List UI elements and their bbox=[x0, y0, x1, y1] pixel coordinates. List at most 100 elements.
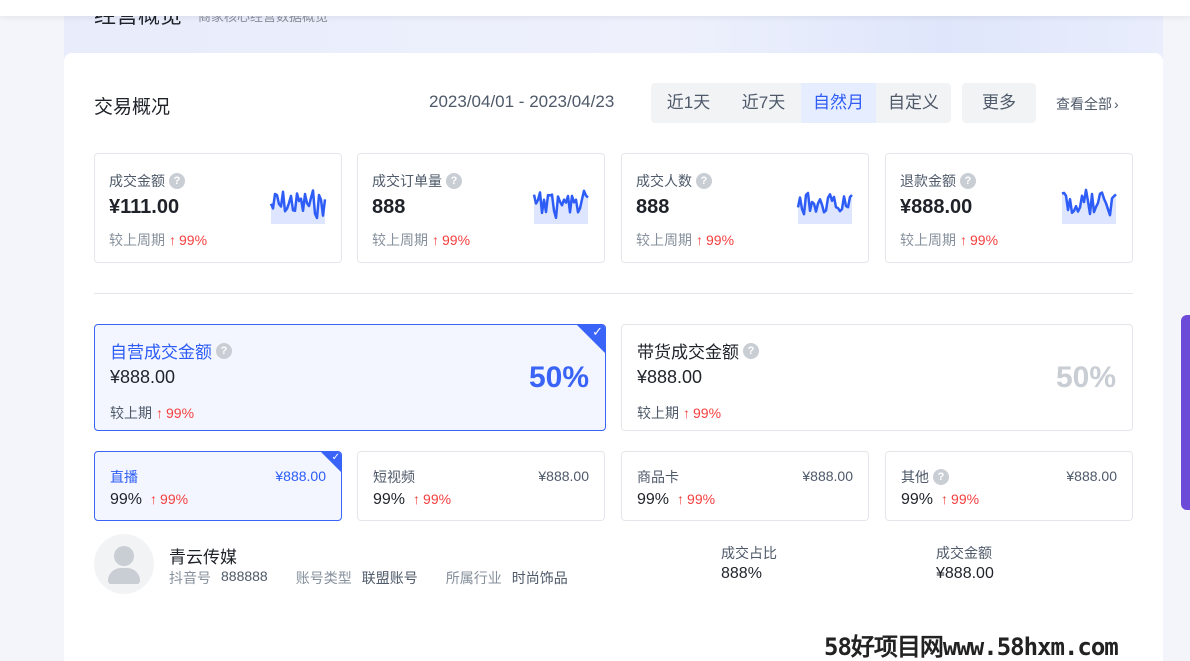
period-1day-button[interactable]: 近1天 bbox=[651, 83, 726, 123]
channel-percent: 50% bbox=[1055, 361, 1116, 394]
view-all-label: 查看全部 bbox=[1056, 96, 1112, 112]
change-value: 99% bbox=[160, 491, 189, 507]
channel-percent: 50% bbox=[528, 361, 589, 394]
help-icon[interactable]: ? bbox=[933, 469, 949, 485]
metric-card-gmv[interactable]: 成交金额? ¥111.00 较上周期 ↑ 99% bbox=[94, 153, 342, 263]
help-icon[interactable]: ? bbox=[169, 173, 185, 189]
metric-card-buyers[interactable]: 成交人数? 888 较上周期 ↑ 99% bbox=[621, 153, 869, 263]
up-arrow-icon: ↑ bbox=[941, 491, 949, 507]
metric-label-wrap: 成交金额? bbox=[109, 171, 185, 191]
account-type-value: 联盟账号 bbox=[361, 570, 418, 586]
compare-label: 较上期 bbox=[110, 405, 152, 421]
help-icon[interactable]: ? bbox=[696, 173, 712, 189]
amount-label: 成交金额 bbox=[936, 545, 992, 561]
period-custom-button[interactable]: 自定义 bbox=[876, 83, 951, 123]
chevron-right-icon: › bbox=[1114, 96, 1119, 112]
section-title: 交易概况 bbox=[94, 97, 171, 118]
change-value: 99% bbox=[687, 491, 716, 507]
subchannel-card-live[interactable]: 直播 ¥888.00 99% ↑ 99% ✓ bbox=[94, 451, 342, 521]
scroll-handle[interactable] bbox=[1181, 315, 1190, 510]
change-value: 99% bbox=[706, 232, 735, 248]
subchannel-share: 99% bbox=[373, 491, 406, 508]
period-7day-button[interactable]: 近7天 bbox=[726, 83, 801, 123]
subchannel-name-wrap: 其他? bbox=[901, 467, 949, 487]
subchannel-amount: ¥888.00 bbox=[275, 468, 326, 484]
subchannel-card-other[interactable]: 其他? ¥888.00 99% ↑ 99% bbox=[885, 451, 1133, 521]
channel-amount: ¥888.00 bbox=[110, 367, 176, 387]
top-bar bbox=[0, 0, 1190, 16]
section-divider bbox=[94, 293, 1133, 294]
subchannel-amount: ¥888.00 bbox=[1066, 468, 1117, 484]
share-value: 888% bbox=[721, 565, 762, 582]
up-arrow-icon: ↑ bbox=[413, 491, 421, 507]
sparkline-chart bbox=[796, 191, 853, 224]
change-value: 99% bbox=[179, 232, 208, 248]
subchannel-card-product-card[interactable]: 商品卡 ¥888.00 99% ↑ 99% bbox=[621, 451, 869, 521]
help-icon[interactable]: ? bbox=[446, 173, 462, 189]
view-all-link[interactable]: 查看全部 › bbox=[1056, 94, 1119, 114]
up-arrow-icon: ↑ bbox=[432, 232, 439, 248]
metric-compare: 较上周期 ↑ 99% bbox=[372, 230, 470, 250]
subchannel-share-wrap: 99% ↑ 99% bbox=[110, 491, 188, 509]
compare-label: 较上期 bbox=[637, 405, 679, 421]
channel-compare: 较上期 ↑ 99% bbox=[637, 403, 721, 423]
subchannel-name: 其他 bbox=[901, 469, 929, 485]
douyin-id-value: 888888 bbox=[221, 568, 268, 584]
metric-label-wrap: 成交订单量? bbox=[372, 171, 462, 191]
avatar bbox=[94, 534, 154, 594]
channel-card-affiliate[interactable]: 带货成交金额? ¥888.00 较上期 ↑ 99% 50% bbox=[621, 324, 1133, 431]
channel-card-self-operated[interactable]: 自营成交金额? ¥888.00 较上期 ↑ 99% 50% ✓ bbox=[94, 324, 606, 431]
account-name: 青云传媒 bbox=[169, 548, 237, 567]
metric-label: 成交人数 bbox=[636, 173, 692, 189]
up-arrow-icon: ↑ bbox=[960, 232, 967, 248]
sparkline-chart bbox=[532, 189, 589, 224]
channel-title-wrap: 带货成交金额? bbox=[637, 338, 759, 363]
metric-value: 888 bbox=[372, 196, 406, 218]
subchannel-name: 商品卡 bbox=[637, 469, 679, 485]
subchannel-share-wrap: 99% ↑ 99% bbox=[637, 491, 715, 509]
share-label: 成交占比 bbox=[721, 545, 777, 561]
subchannel-share: 99% bbox=[637, 491, 670, 508]
up-arrow-icon: ↑ bbox=[150, 491, 158, 507]
help-icon[interactable]: ? bbox=[960, 173, 976, 189]
check-icon: ✓ bbox=[592, 324, 603, 339]
more-button[interactable]: 更多 bbox=[962, 83, 1036, 123]
industry-value: 时尚饰品 bbox=[511, 570, 568, 586]
metric-value: ¥111.00 bbox=[109, 196, 180, 218]
subchannel-share: 99% bbox=[110, 491, 143, 508]
metric-card-refund[interactable]: 退款金额? ¥888.00 较上周期 ↑ 99% bbox=[885, 153, 1133, 263]
subchannel-name: 直播 bbox=[110, 469, 138, 485]
metric-compare: 较上周期 ↑ 99% bbox=[636, 230, 734, 250]
change-value: 99% bbox=[423, 491, 452, 507]
date-range-picker[interactable]: 2023/04/01 - 2023/04/23 bbox=[429, 92, 614, 112]
account-type-label: 账号类型 bbox=[295, 570, 352, 586]
subchannel-name: 短视频 bbox=[373, 469, 415, 485]
compare-label: 较上周期 bbox=[372, 232, 428, 248]
amount-value: ¥888.00 bbox=[936, 565, 994, 582]
help-icon[interactable]: ? bbox=[743, 342, 759, 359]
subchannel-card-short-video[interactable]: 短视频 ¥888.00 99% ↑ 99% bbox=[357, 451, 605, 521]
douyin-id-label: 抖音号 bbox=[169, 570, 211, 586]
metric-card-orders[interactable]: 成交订单量? 888 较上周期 ↑ 99% bbox=[357, 153, 605, 263]
subchannel-share: 99% bbox=[901, 491, 934, 508]
change-value: 99% bbox=[970, 232, 999, 248]
up-arrow-icon: ↑ bbox=[156, 405, 163, 421]
compare-label: 较上周期 bbox=[109, 232, 165, 248]
compare-label: 较上周期 bbox=[900, 232, 956, 248]
subchannel-amount: ¥888.00 bbox=[802, 468, 853, 484]
avatar-head bbox=[114, 546, 134, 566]
channel-title: 自营成交金额 bbox=[110, 343, 212, 362]
up-arrow-icon: ↑ bbox=[696, 232, 703, 248]
channel-compare: 较上期 ↑ 99% bbox=[110, 403, 194, 423]
period-month-button[interactable]: 自然月 bbox=[801, 83, 876, 123]
metric-value: 888 bbox=[636, 196, 670, 218]
up-arrow-icon: ↑ bbox=[677, 491, 685, 507]
metric-label-wrap: 退款金额? bbox=[900, 171, 976, 191]
sparkline-chart bbox=[269, 189, 327, 224]
help-icon[interactable]: ? bbox=[216, 342, 232, 359]
channel-title: 带货成交金额 bbox=[637, 343, 739, 362]
metric-label: 退款金额 bbox=[900, 173, 956, 189]
change-value: 99% bbox=[442, 232, 471, 248]
compare-label: 较上周期 bbox=[636, 232, 692, 248]
industry-label: 所属行业 bbox=[445, 570, 502, 586]
